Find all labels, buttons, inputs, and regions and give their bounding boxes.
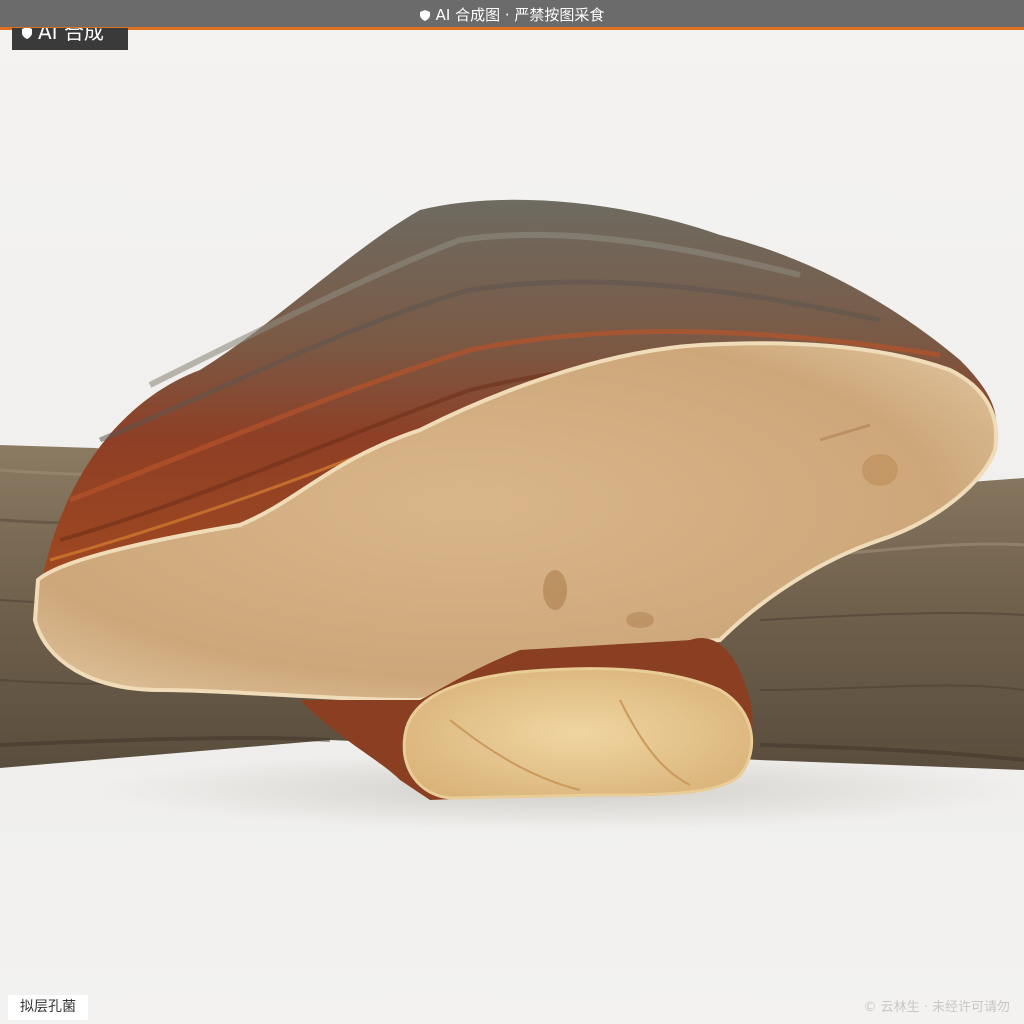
ai-generated-tag: AI 合成 [12,28,128,50]
ai-tag-text: AI 合成 [38,28,104,44]
shield-icon [419,10,430,21]
banner-text: AI 合成图 · 严禁按图采食 [435,6,605,24]
species-label: 拟层孔菌 [8,995,88,1020]
shield-icon [22,28,32,39]
photo-scene [0,0,1024,1024]
warning-banner: AI 合成图 · 严禁按图采食 [0,0,1024,30]
watermark: © 云林生 · 未经许可请勿 [863,1000,1010,1015]
